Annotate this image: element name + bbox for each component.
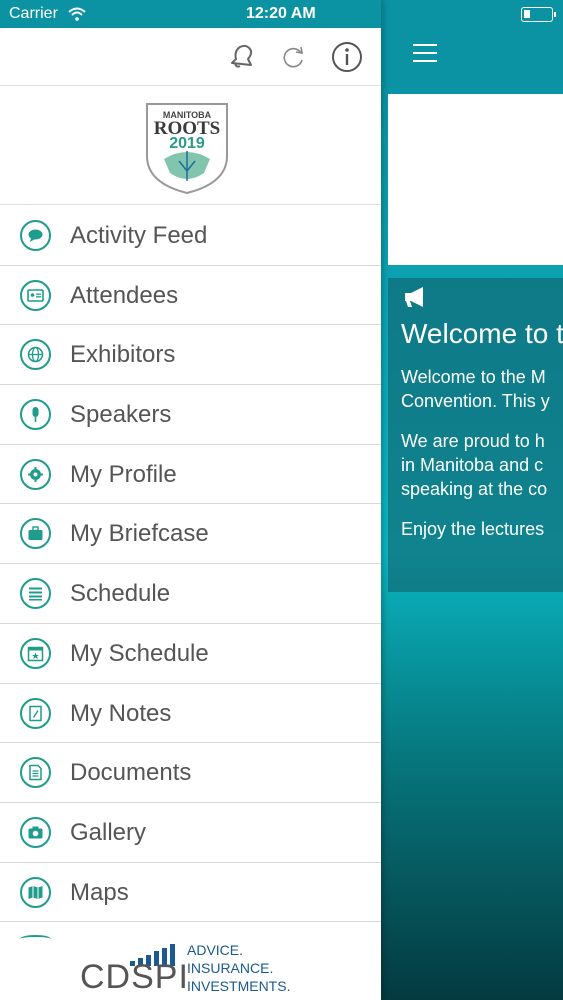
menu-item-label: My Notes [70, 699, 172, 727]
welcome-text: Convention. This y [401, 391, 550, 411]
megaphone-icon [405, 287, 423, 307]
refresh-icon[interactable] [277, 41, 309, 73]
welcome-text: Enjoy the lectures [401, 519, 545, 539]
menu-item-schedule[interactable]: Schedule [0, 564, 381, 624]
gear-icon [20, 458, 51, 490]
menu-item-label: Attendees [70, 281, 179, 309]
menu-item-label: Exhibitors [70, 341, 176, 369]
map-icon [20, 876, 51, 908]
menu-item-label: Documents [70, 759, 192, 787]
menu-item-gallery[interactable]: Gallery [0, 803, 381, 863]
menu-item-my-schedule[interactable]: My Schedule [0, 624, 381, 684]
document-icon [20, 757, 51, 789]
calendar-star-icon [20, 637, 51, 669]
menu-item-my-profile[interactable]: My Profile [0, 445, 381, 505]
menu-item-label: Speakers [70, 401, 172, 429]
globe-icon [20, 339, 51, 371]
menu-item-speakers[interactable]: Speakers [0, 385, 381, 445]
menu-item-label: My Profile [70, 460, 177, 488]
menu-item-maps[interactable]: Maps [0, 863, 381, 923]
banner-area [388, 94, 563, 265]
chat-bubble-icon [20, 220, 51, 251]
menu-item-label: My Briefcase [70, 520, 209, 548]
menu-item-label: Activity Feed [70, 222, 208, 249]
id-card-icon [20, 279, 51, 311]
welcome-text: speaking at the co [401, 479, 548, 499]
carrier-label: Carrier [9, 5, 58, 22]
logo-area: MANITOBA ROOTS 2019 [0, 87, 381, 205]
welcome-text: Welcome to the M [401, 367, 546, 387]
sponsor-tagline: ADVICE. [187, 942, 244, 958]
drawer-toolbar [0, 28, 381, 86]
menu-item-label: Gallery [70, 818, 147, 846]
briefcase-icon [20, 518, 51, 550]
menu-item-activity-feed[interactable]: Activity Feed [0, 206, 381, 266]
main-panel: Welcome to t Welcome to the M Convention… [381, 0, 563, 1000]
list-icon [20, 578, 51, 610]
menu-item-label: Maps [70, 878, 129, 906]
sponsor-tagline: INVESTMENTS. [187, 978, 291, 994]
sponsor-tagline: INSURANCE. [187, 960, 274, 976]
hamburger-menu-icon[interactable] [413, 44, 437, 64]
microphone-icon [20, 399, 51, 431]
menu-item-my-briefcase[interactable]: My Briefcase [0, 504, 381, 565]
note-pencil-icon [20, 697, 51, 729]
welcome-card: Welcome to t Welcome to the M Convention… [388, 278, 563, 592]
menu-item-label: My Schedule [70, 639, 209, 667]
welcome-text: We are proud to h [401, 431, 545, 451]
welcome-title: Welcome to t [401, 318, 563, 349]
menu-item-label: Schedule [70, 580, 171, 608]
wifi-icon [68, 7, 86, 21]
menu-item-my-notes[interactable]: My Notes [0, 684, 381, 744]
bell-icon[interactable] [226, 41, 258, 73]
camera-icon [20, 816, 51, 848]
status-time: 12:20 AM [246, 5, 316, 22]
logo-text: 2019 [169, 135, 205, 152]
menu-item-attendees[interactable]: Attendees [0, 266, 381, 326]
side-drawer: Carrier 12:20 AM MANITOBA ROOTS 2019 Act… [0, 0, 381, 1000]
battery-icon [521, 7, 556, 22]
menu-list: Activity Feed Attendees Exhibitors Speak… [0, 206, 381, 923]
info-icon[interactable] [331, 41, 363, 73]
menu-item-documents[interactable]: Documents [0, 743, 381, 803]
manitoba-roots-logo: MANITOBA ROOTS 2019 [144, 101, 230, 195]
welcome-text: in Manitoba and c [401, 455, 544, 475]
menu-item-exhibitors[interactable]: Exhibitors [0, 325, 381, 386]
sponsor-banner[interactable]: CDSPI ADVICE. INSURANCE. INVESTMENTS. [0, 940, 381, 1000]
sponsor-name: CDSPI [80, 958, 189, 996]
status-bar: Carrier 12:20 AM [0, 0, 381, 28]
